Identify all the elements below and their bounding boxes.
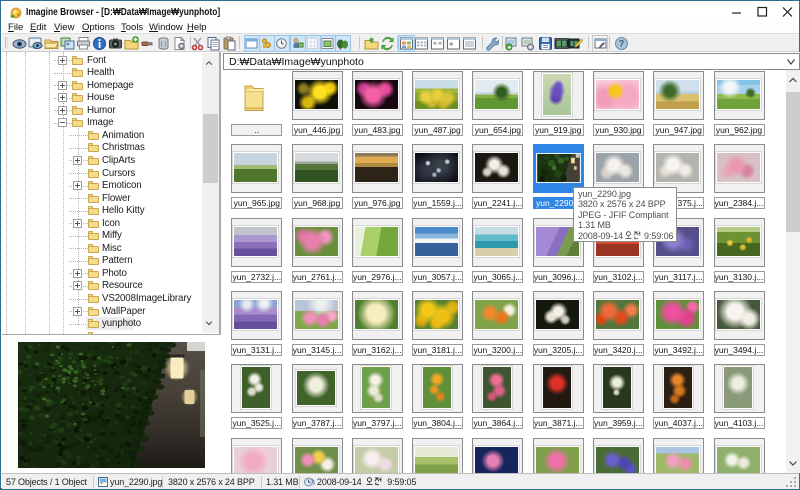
svg-text:?: ? [619,39,625,49]
